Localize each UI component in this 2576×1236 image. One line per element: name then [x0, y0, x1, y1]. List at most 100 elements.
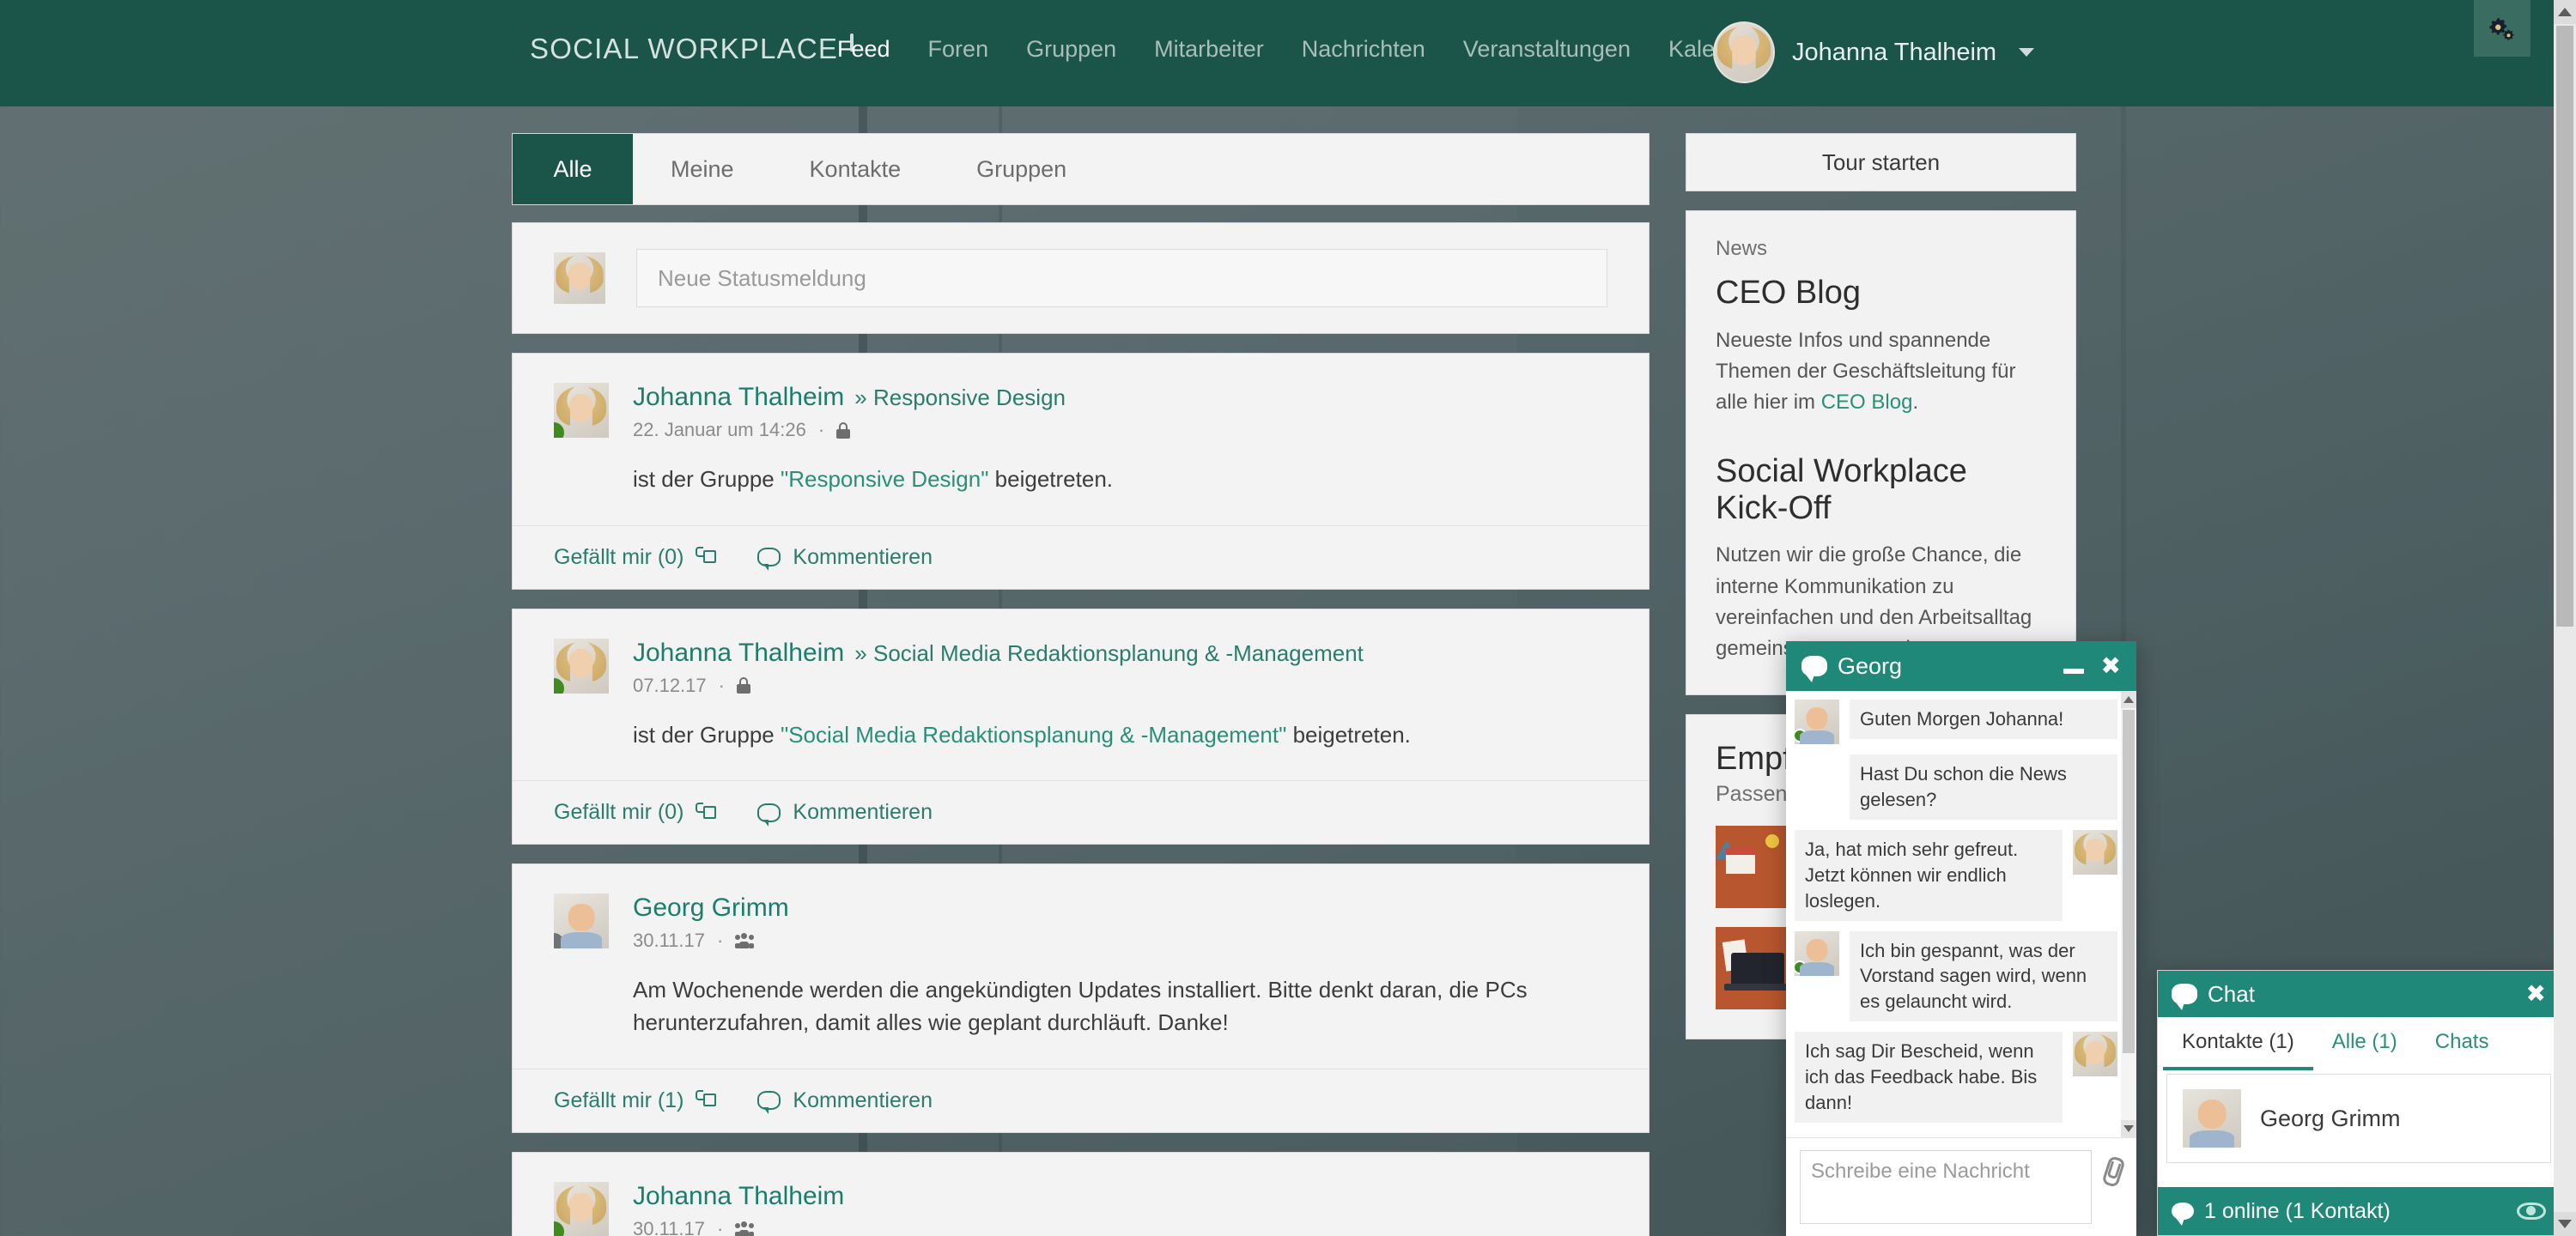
news-text-after: .: [1912, 391, 1918, 414]
like-label: Gefällt mir (1): [554, 1088, 683, 1113]
chat-window-header: Georg ✖: [1786, 641, 2136, 691]
post-date: 30.11.17: [633, 930, 705, 952]
post-author[interactable]: Johanna Thalheim: [633, 639, 844, 668]
news-kicker: News: [1716, 237, 2046, 261]
chat-message-text: Ich sag Dir Bescheid, wenn ich das Feedb…: [1795, 1032, 2063, 1123]
chat-message: Ich bin gespannt, was der Vorstand sagen…: [1795, 931, 2117, 1022]
chat-message-text: Ich bin gespannt, was der Vorstand sagen…: [1850, 931, 2117, 1022]
close-icon[interactable]: ✖: [2101, 654, 2121, 678]
scrollbar-thumb[interactable]: [2556, 26, 2573, 627]
nav-item-nachrichten[interactable]: Nachrichten: [1283, 36, 1444, 63]
comment-label: Kommentieren: [793, 545, 933, 570]
tab-kontakte[interactable]: Kontakte: [772, 134, 939, 204]
status-dot-online: [554, 678, 564, 694]
chat-bubble-icon: [1801, 656, 1827, 676]
like-button[interactable]: Gefällt mir (0): [554, 800, 716, 825]
post-date: 07.12.17: [633, 675, 707, 697]
kickoff-title[interactable]: Social Workplace Kick-Off: [1716, 453, 2046, 526]
start-tour-button[interactable]: Tour starten: [1686, 133, 2076, 191]
avatar: [2073, 830, 2117, 875]
post-context[interactable]: » Social Media Redaktionsplanung & -Mana…: [854, 640, 1364, 667]
tab-meine[interactable]: Meine: [633, 134, 772, 204]
post-author[interactable]: Georg Grimm: [633, 894, 789, 923]
thumbs-up-icon: [696, 547, 716, 567]
chat-contact-list: Georg Grimm: [2158, 1070, 2560, 1187]
scroll-up-icon[interactable]: [2554, 0, 2576, 24]
nav-item-feed[interactable]: Feed: [818, 36, 909, 63]
chat-message: Ja, hat mich sehr gefreut. Jetzt können …: [1795, 830, 2117, 921]
post-body-suffix: beigetreten.: [988, 466, 1113, 492]
chat-message-text: Guten Morgen Johanna!: [1850, 700, 2117, 739]
chat-message: Ich sag Dir Bescheid, wenn ich das Feedb…: [1795, 1032, 2117, 1123]
comment-button[interactable]: Kommentieren: [757, 545, 933, 570]
post-body: ist der Gruppe "Responsive Design" beige…: [513, 441, 1649, 525]
like-button[interactable]: Gefällt mir (0): [554, 545, 716, 570]
minimize-icon[interactable]: [2063, 669, 2084, 674]
news-card: News CEO Blog Neueste Infos und spannend…: [1686, 210, 2076, 695]
scrollbar-thumb[interactable]: [2123, 710, 2135, 1053]
chat-bubble-icon: [2172, 984, 2197, 1004]
comment-button[interactable]: Kommentieren: [757, 800, 933, 825]
feed-post: Johanna Thalheim » Social Media Redaktio…: [512, 609, 1649, 845]
thumbs-up-icon: [696, 803, 716, 823]
tab-gruppen[interactable]: Gruppen: [939, 134, 1104, 204]
like-button[interactable]: Gefällt mir (1): [554, 1088, 716, 1113]
post-author[interactable]: Johanna Thalheim: [633, 1182, 844, 1211]
online-status-text: 1 online (1 Kontakt): [2204, 1199, 2391, 1224]
chat-message-text: Hast Du schon die News gelesen?: [1850, 754, 2117, 820]
feed-column: Alle Meine Kontakte Gruppen Neue Statusm…: [512, 133, 1649, 1236]
post-context[interactable]: » Responsive Design: [854, 385, 1066, 411]
main-nav: Feed Foren Gruppen Mitarbeiter Nachricht…: [818, 36, 1780, 63]
tab-kontakte[interactable]: Kontakte (1): [2163, 1017, 2313, 1070]
list-item[interactable]: Georg Grimm: [2166, 1074, 2551, 1163]
avatar: [554, 383, 609, 438]
settings-button[interactable]: [2474, 0, 2530, 57]
nav-item-veranstaltungen[interactable]: Veranstaltungen: [1444, 36, 1649, 63]
like-label: Gefällt mir (0): [554, 545, 683, 570]
tab-alle[interactable]: Alle: [513, 134, 633, 204]
nav-item-gruppen[interactable]: Gruppen: [1007, 36, 1135, 63]
comment-bubble-icon: [757, 1091, 781, 1110]
avatar: [554, 252, 605, 304]
chat-message-list: Guten Morgen Johanna! Hast Du schon die …: [1786, 691, 2136, 1137]
lock-icon: [737, 677, 750, 694]
chat-composer: Schreibe eine Nachricht: [1786, 1137, 2136, 1236]
scroll-down-icon[interactable]: [2121, 1120, 2136, 1137]
brand-name: SOCIAL WORKPLACE: [530, 33, 838, 65]
nav-item-mitarbeiter[interactable]: Mitarbeiter: [1135, 36, 1283, 63]
chat-message-input[interactable]: Schreibe eine Nachricht: [1800, 1150, 2092, 1224]
news-title[interactable]: CEO Blog: [1716, 275, 2046, 312]
post-group-link[interactable]: "Social Media Redaktionsplanung & -Manag…: [781, 722, 1286, 748]
comment-label: Kommentieren: [793, 800, 933, 825]
post-body: Am Wochenende werden die angekündigten U…: [513, 952, 1649, 1068]
page-scrollbar[interactable]: [2554, 0, 2576, 1236]
feed-filter-tabs: Alle Meine Kontakte Gruppen: [512, 133, 1649, 205]
contact-name: Georg Grimm: [2260, 1106, 2401, 1132]
chat-message: Guten Morgen Johanna!: [1795, 700, 2117, 744]
post-body-prefix: ist der Gruppe: [633, 722, 781, 748]
status-input[interactable]: Neue Statusmeldung: [636, 249, 1607, 307]
tab-alle[interactable]: Alle (1): [2313, 1017, 2416, 1070]
chat-message-text: Ja, hat mich sehr gefreut. Jetzt können …: [1795, 830, 2063, 921]
post-author[interactable]: Johanna Thalheim: [633, 383, 844, 412]
tab-chats[interactable]: Chats: [2416, 1017, 2508, 1070]
avatar: [554, 639, 609, 694]
gears-icon: [2489, 15, 2515, 41]
chat-bubble-icon: [2172, 1203, 2194, 1220]
chat-dock-status-bar[interactable]: 1 online (1 Kontakt): [2158, 1187, 2560, 1235]
avatar: [1795, 700, 1839, 744]
paperclip-icon[interactable]: [2100, 1155, 2123, 1184]
close-icon[interactable]: ✖: [2526, 982, 2546, 1006]
like-label: Gefällt mir (0): [554, 800, 683, 825]
post-group-link[interactable]: "Responsive Design": [781, 466, 988, 492]
nav-item-foren[interactable]: Foren: [909, 36, 1008, 63]
user-menu[interactable]: Johanna Thalheim: [1713, 21, 2034, 83]
comment-bubble-icon: [757, 803, 781, 822]
eye-icon[interactable]: [2517, 1203, 2546, 1220]
comment-button[interactable]: Kommentieren: [757, 1088, 933, 1113]
feed-post: Johanna Thalheim » Responsive Design 22.…: [512, 353, 1649, 590]
chat-scrollbar[interactable]: [2121, 691, 2136, 1137]
scroll-down-icon[interactable]: [2554, 1212, 2576, 1236]
news-link[interactable]: CEO Blog: [1821, 391, 1913, 414]
scroll-up-icon[interactable]: [2121, 691, 2136, 708]
